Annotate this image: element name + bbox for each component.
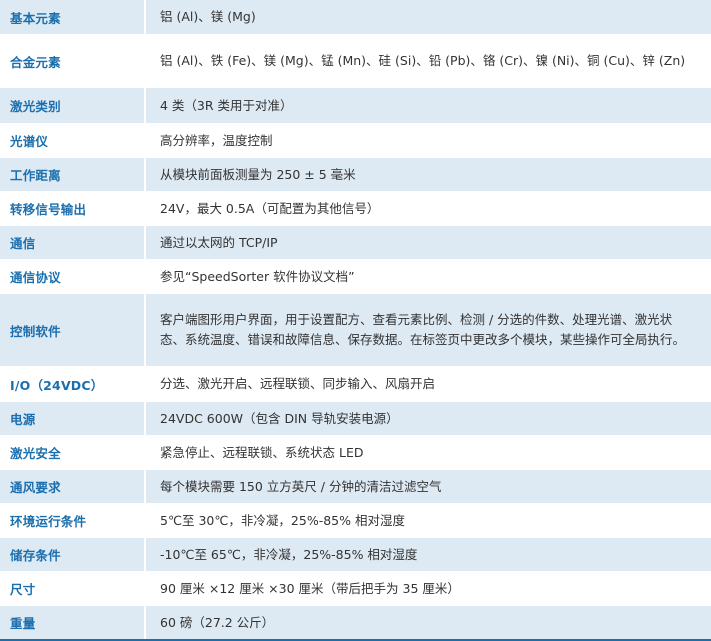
- spec-label: 储存条件: [0, 538, 144, 571]
- spec-label: 合金元素: [0, 35, 144, 87]
- spec-row-power: 电源 24VDC 600W（包含 DIN 导轨安装电源）: [0, 402, 711, 436]
- spec-label: 工作距离: [0, 158, 144, 191]
- spec-label: 通信协议: [0, 260, 144, 293]
- spec-label: 激光类别: [0, 88, 144, 123]
- spec-value: 4 类（3R 类用于对准）: [144, 88, 711, 123]
- spec-row-laser-class: 激光类别 4 类（3R 类用于对准）: [0, 88, 711, 124]
- spec-row-weight: 重量 60 磅（27.2 公斤）: [0, 606, 711, 641]
- spec-label: 通信: [0, 226, 144, 259]
- spec-label: 通风要求: [0, 470, 144, 503]
- spec-row-control-software: 控制软件 客户端图形用户界面，用于设置配方、查看元素比例、检测 / 分选的件数、…: [0, 294, 711, 367]
- spec-value: 24V，最大 0.5A（可配置为其他信号）: [144, 192, 711, 225]
- spec-label: 激光安全: [0, 436, 144, 469]
- spec-label: 重量: [0, 606, 144, 639]
- spec-label: I/O（24VDC）: [0, 367, 144, 401]
- spec-row-io: I/O（24VDC） 分选、激光开启、远程联锁、同步输入、风扇开启: [0, 367, 711, 402]
- spec-row-transfer-signal: 转移信号输出 24V，最大 0.5A（可配置为其他信号）: [0, 192, 711, 226]
- spec-value: 5℃至 30℃，非冷凝，25%-85% 相对湿度: [144, 504, 711, 537]
- spec-value: 从模块前面板测量为 250 ± 5 毫米: [144, 158, 711, 191]
- spec-label: 尺寸: [0, 572, 144, 605]
- spec-row-spectrometer: 光谱仪 高分辨率，温度控制: [0, 124, 711, 158]
- spec-value: 参见“SpeedSorter 软件协议文档”: [144, 260, 711, 293]
- spec-value: 铝 (Al)、铁 (Fe)、镁 (Mg)、锰 (Mn)、硅 (Si)、铅 (Pb…: [144, 35, 711, 87]
- spec-value: 客户端图形用户界面，用于设置配方、查看元素比例、检测 / 分选的件数、处理光谱、…: [144, 294, 711, 366]
- spec-table: 基本元素 铝 (Al)、镁 (Mg) 合金元素 铝 (Al)、铁 (Fe)、镁 …: [0, 0, 711, 641]
- spec-value: 通过以太网的 TCP/IP: [144, 226, 711, 259]
- spec-row-storage: 储存条件 -10℃至 65℃，非冷凝，25%-85% 相对湿度: [0, 538, 711, 572]
- spec-value: 铝 (Al)、镁 (Mg): [144, 0, 711, 34]
- spec-label: 基本元素: [0, 0, 144, 34]
- spec-value: -10℃至 65℃，非冷凝，25%-85% 相对湿度: [144, 538, 711, 571]
- spec-label: 电源: [0, 402, 144, 435]
- spec-row-base-elements: 基本元素 铝 (Al)、镁 (Mg): [0, 0, 711, 35]
- spec-label: 光谱仪: [0, 124, 144, 157]
- spec-row-alloy-elements: 合金元素 铝 (Al)、铁 (Fe)、镁 (Mg)、锰 (Mn)、硅 (Si)、…: [0, 35, 711, 88]
- spec-value: 60 磅（27.2 公斤）: [144, 606, 711, 639]
- spec-row-operating-env: 环境运行条件 5℃至 30℃，非冷凝，25%-85% 相对湿度: [0, 504, 711, 538]
- spec-row-laser-safety: 激光安全 紧急停止、远程联锁、系统状态 LED: [0, 436, 711, 470]
- spec-value: 分选、激光开启、远程联锁、同步输入、风扇开启: [144, 367, 711, 401]
- spec-value: 90 厘米 ×12 厘米 ×30 厘米（带后把手为 35 厘米）: [144, 572, 711, 605]
- spec-row-working-distance: 工作距离 从模块前面板测量为 250 ± 5 毫米: [0, 158, 711, 192]
- spec-value: 每个模块需要 150 立方英尺 / 分钟的清洁过滤空气: [144, 470, 711, 503]
- spec-row-protocol: 通信协议 参见“SpeedSorter 软件协议文档”: [0, 260, 711, 294]
- spec-row-communication: 通信 通过以太网的 TCP/IP: [0, 226, 711, 260]
- spec-value: 紧急停止、远程联锁、系统状态 LED: [144, 436, 711, 469]
- spec-label: 控制软件: [0, 294, 144, 366]
- spec-label: 转移信号输出: [0, 192, 144, 225]
- spec-value: 高分辨率，温度控制: [144, 124, 711, 157]
- spec-value: 24VDC 600W（包含 DIN 导轨安装电源）: [144, 402, 711, 435]
- spec-row-ventilation: 通风要求 每个模块需要 150 立方英尺 / 分钟的清洁过滤空气: [0, 470, 711, 504]
- spec-label: 环境运行条件: [0, 504, 144, 537]
- spec-row-dimensions: 尺寸 90 厘米 ×12 厘米 ×30 厘米（带后把手为 35 厘米）: [0, 572, 711, 606]
